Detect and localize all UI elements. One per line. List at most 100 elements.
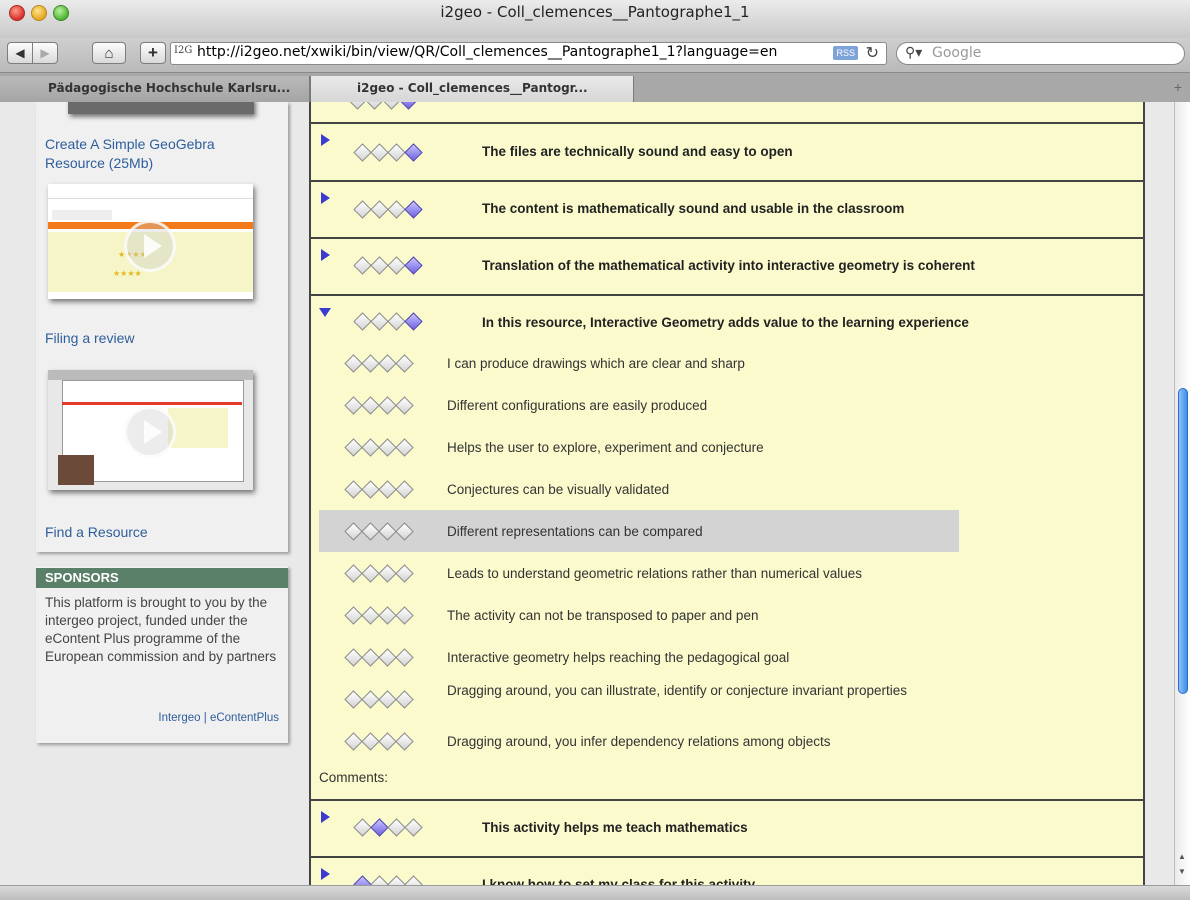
create-resource-link[interactable]: Create A Simple GeoGebra Resource (25Mb) (45, 135, 255, 173)
reload-icon[interactable]: ↻ (866, 43, 879, 63)
subcriterion-row[interactable]: Helps the user to explore, experiment an… (319, 426, 959, 468)
rating-diamond-icon[interactable] (353, 818, 372, 837)
vertical-scrollbar[interactable]: ▲ ▼ (1174, 102, 1190, 885)
rating-diamonds[interactable] (353, 143, 424, 162)
rating-diamond-icon[interactable] (344, 354, 363, 373)
subcriterion-row[interactable]: The activity can not be transposed to pa… (319, 594, 959, 636)
rating-diamond-icon[interactable] (404, 143, 423, 162)
rating-diamond-icon[interactable] (344, 522, 363, 541)
rating-diamond-icon[interactable] (353, 200, 372, 219)
rating-diamond-icon[interactable] (344, 564, 363, 583)
rating-diamond-icon[interactable] (387, 200, 406, 219)
rating-diamond-icon[interactable] (353, 875, 372, 885)
expand-arrow-icon[interactable] (321, 134, 330, 146)
rating-diamonds[interactable] (353, 312, 424, 331)
rating-diamonds[interactable] (344, 396, 415, 415)
new-tab-icon[interactable]: + (1174, 79, 1182, 95)
rating-diamonds[interactable] (353, 875, 424, 885)
rating-diamond-icon[interactable] (404, 818, 423, 837)
rating-diamond-icon[interactable] (395, 438, 414, 457)
subcriterion-row[interactable]: Different configurations are easily prod… (319, 384, 959, 426)
rating-diamond-icon[interactable] (370, 200, 389, 219)
rating-diamond-icon[interactable] (378, 732, 397, 751)
search-icon[interactable]: ⚲▾ (905, 44, 922, 61)
rating-diamond-icon[interactable] (353, 312, 372, 331)
rating-diamond-icon[interactable] (387, 818, 406, 837)
rating-diamond-icon[interactable] (404, 200, 423, 219)
expand-arrow-icon[interactable] (321, 811, 330, 823)
criterion-row[interactable]: The files are technically sound and easy… (311, 124, 1143, 180)
subcriterion-row[interactable]: Interactive geometry helps reaching the … (319, 636, 959, 678)
rating-diamond-icon[interactable] (395, 522, 414, 541)
rating-diamond-icon[interactable] (344, 648, 363, 667)
add-bookmark-button[interactable]: + (140, 42, 166, 64)
rating-diamonds[interactable] (344, 648, 415, 667)
rating-diamond-icon[interactable] (361, 396, 380, 415)
subcriterion-row[interactable]: Dragging around, you infer dependency re… (319, 720, 959, 762)
scroll-up-icon[interactable]: ▲ (1178, 852, 1186, 861)
rating-diamond-icon[interactable] (395, 648, 414, 667)
rating-diamond-icon[interactable] (361, 606, 380, 625)
rating-diamond-icon[interactable] (344, 396, 363, 415)
rating-diamond-icon[interactable] (378, 606, 397, 625)
rating-diamond-icon[interactable] (378, 522, 397, 541)
scrollbar-thumb[interactable] (1178, 388, 1188, 694)
rating-diamond-icon[interactable] (361, 732, 380, 751)
rating-diamond-icon[interactable] (361, 480, 380, 499)
rating-diamond-icon[interactable] (370, 875, 389, 885)
tab-i2geo[interactable]: i2geo - Coll_clemences__Pantogr... (310, 76, 634, 103)
sponsor-links[interactable]: Intergeo | eContentPlus (158, 712, 279, 724)
play-icon[interactable] (124, 406, 176, 458)
rating-diamond-icon[interactable] (378, 564, 397, 583)
rating-diamond-icon[interactable] (361, 438, 380, 457)
rating-diamond-icon[interactable] (370, 312, 389, 331)
rating-diamond-icon[interactable] (404, 256, 423, 275)
back-button[interactable]: ◀ (7, 42, 33, 64)
rating-diamonds[interactable] (344, 522, 415, 541)
filing-video-thumbnail[interactable] (48, 370, 253, 490)
address-bar[interactable]: I2G http://i2geo.net/xwiki/bin/view/QR/C… (170, 42, 887, 65)
rating-diamond-icon[interactable] (378, 690, 397, 709)
play-icon[interactable] (124, 220, 176, 272)
rating-diamond-icon[interactable] (378, 480, 397, 499)
rating-diamond-icon[interactable] (353, 256, 372, 275)
rating-diamond-icon[interactable] (370, 143, 389, 162)
rating-diamond-icon[interactable] (361, 522, 380, 541)
rating-diamond-icon[interactable] (344, 606, 363, 625)
rating-diamonds[interactable] (353, 200, 424, 219)
rating-diamond-icon[interactable] (344, 438, 363, 457)
rating-diamond-icon[interactable] (361, 648, 380, 667)
subcriterion-row[interactable]: Conjectures can be visually validated (319, 468, 959, 510)
criterion-row[interactable]: Translation of the mathematical activity… (311, 239, 1143, 295)
rating-diamonds[interactable] (344, 732, 415, 751)
search-field[interactable]: ⚲▾ Google (896, 42, 1185, 65)
rating-diamond-icon[interactable] (395, 354, 414, 373)
criterion-row[interactable]: I know how to set my class for this acti… (311, 858, 1143, 885)
subcriterion-row[interactable]: Different representations can be compare… (319, 510, 959, 552)
rating-diamonds[interactable] (344, 480, 415, 499)
rating-diamonds[interactable] (353, 818, 424, 837)
find-resource-link[interactable]: Find a Resource (45, 523, 148, 542)
rating-diamond-icon[interactable] (387, 256, 406, 275)
expand-arrow-icon[interactable] (321, 249, 330, 261)
rating-diamond-icon[interactable] (353, 143, 372, 162)
scroll-down-icon[interactable]: ▼ (1178, 867, 1186, 876)
rating-diamond-icon[interactable] (395, 564, 414, 583)
forward-button[interactable]: ▶ (32, 42, 58, 64)
rating-diamond-icon[interactable] (404, 312, 423, 331)
expand-arrow-icon[interactable] (321, 192, 330, 204)
subcriterion-row[interactable]: I can produce drawings which are clear a… (319, 342, 959, 384)
rating-diamond-icon[interactable] (378, 438, 397, 457)
rating-diamond-icon[interactable] (387, 143, 406, 162)
expand-arrow-icon[interactable] (321, 868, 330, 880)
rating-diamond-icon[interactable] (395, 480, 414, 499)
rating-diamond-icon[interactable] (361, 690, 380, 709)
rating-diamond-icon[interactable] (395, 732, 414, 751)
filing-review-link[interactable]: Filing a review (45, 329, 134, 348)
rating-diamonds[interactable] (344, 606, 415, 625)
rating-diamond-icon[interactable] (370, 256, 389, 275)
home-button[interactable]: ⌂ (92, 42, 126, 64)
rating-diamond-icon[interactable] (387, 312, 406, 331)
rating-diamonds[interactable] (353, 256, 424, 275)
rss-button[interactable]: RSS (833, 46, 858, 60)
